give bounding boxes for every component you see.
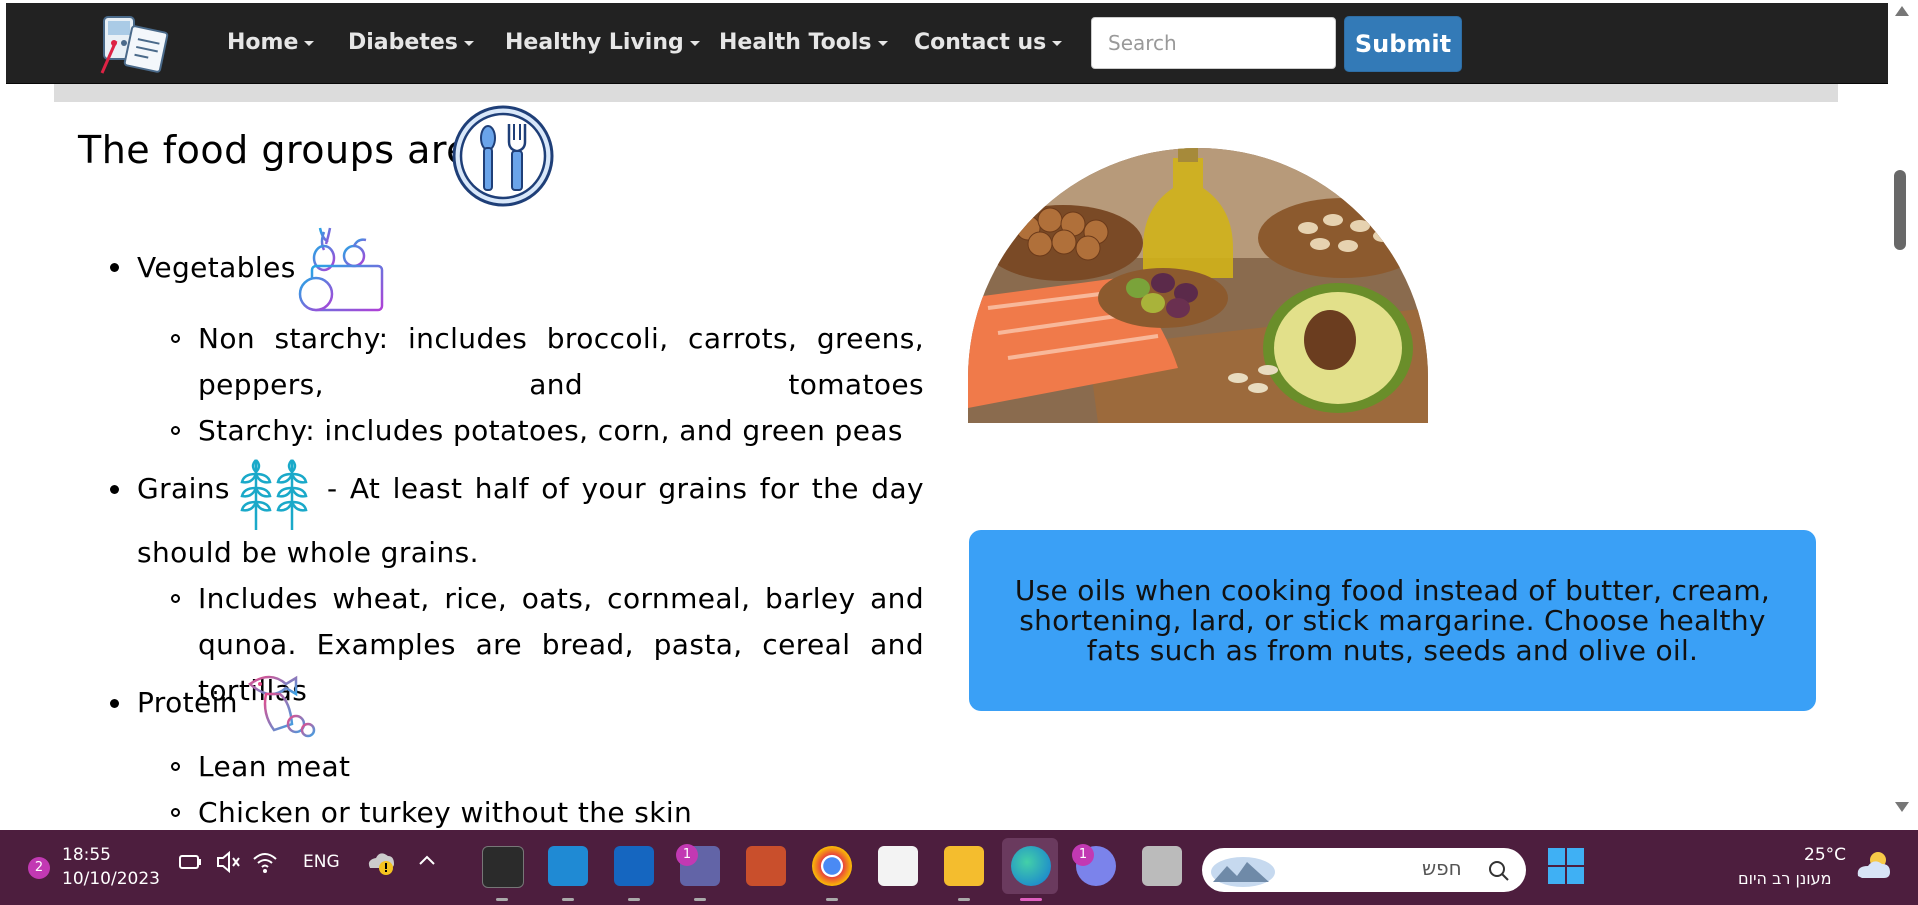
list-bullet — [110, 699, 119, 708]
file-explorer-app-icon[interactable] — [944, 846, 984, 886]
edge-app-icon[interactable] — [1011, 846, 1051, 886]
caret-down-icon — [1052, 40, 1063, 46]
section-divider-bar — [54, 84, 1838, 102]
grains-note-line1: - At least half of your grains for the d… — [327, 472, 924, 505]
clock-time[interactable]: 18:55 — [62, 845, 111, 865]
healthy-fats-tip-box: Use oils when cooking food instead of bu… — [969, 530, 1816, 711]
app-active-indicator — [1020, 898, 1042, 901]
nav-home[interactable]: Home — [227, 25, 315, 61]
battery-plug-icon[interactable] — [176, 848, 204, 876]
notification-count-badge[interactable]: 2 — [28, 857, 50, 879]
input-language[interactable]: ENG — [303, 852, 340, 872]
nav-home-label: Home — [227, 30, 299, 55]
sub-bullet — [171, 594, 180, 603]
app-running-indicator — [826, 898, 838, 901]
clock-date[interactable]: 10/10/2023 — [62, 869, 160, 889]
vscode-app-icon[interactable] — [548, 846, 588, 886]
search-highlight-image-icon — [1211, 857, 1275, 887]
protein-sub-1: Lean meat — [198, 750, 351, 783]
vertical-scrollbar[interactable] — [1890, 0, 1918, 830]
windows-start-icon[interactable] — [1546, 846, 1586, 886]
sub-bullet — [171, 762, 180, 771]
chevron-up-icon[interactable] — [414, 848, 440, 874]
app-running-indicator — [694, 898, 706, 901]
search-input[interactable] — [1091, 17, 1336, 69]
taskbar-search-box[interactable]: חפש — [1202, 848, 1526, 892]
terminal-app-icon[interactable] — [482, 846, 524, 888]
utensils-plate-icon — [452, 105, 554, 207]
caret-down-icon — [689, 40, 700, 46]
caret-down-icon — [463, 40, 474, 46]
nav-healthy-living-label: Healthy Living — [505, 30, 684, 55]
protein-fish-meat-icon — [247, 675, 316, 738]
taskbar-search-placeholder: חפש — [1422, 856, 1462, 880]
weather-description[interactable]: מעונן רב היום — [1738, 869, 1831, 888]
nav-diabetes[interactable]: Diabetes — [348, 25, 474, 61]
site-logo-icon[interactable] — [94, 11, 174, 77]
outlook-new-app-icon[interactable] — [614, 846, 654, 886]
submit-button[interactable]: Submit — [1344, 16, 1462, 72]
weather-cloudy-icon[interactable] — [1850, 844, 1894, 888]
page-heading: The food groups are: — [78, 128, 484, 172]
windows-taskbar: 2 18:55 10/10/2023 ENG 1 1 25°C מעונן רב… — [0, 830, 1918, 905]
microsoft-store-app-icon[interactable] — [878, 846, 918, 886]
vegetables-basket-icon — [298, 227, 384, 312]
sub-bullet — [171, 426, 180, 435]
grains-note-line2: should be whole grains. — [137, 536, 479, 569]
nav-health-tools[interactable]: Health Tools — [719, 25, 888, 61]
sub-bullet — [171, 808, 180, 817]
powerpoint-app-icon[interactable] — [746, 846, 786, 886]
task-view-icon[interactable] — [1142, 846, 1182, 886]
chrome-app-icon[interactable] — [812, 846, 852, 886]
list-bullet — [110, 263, 119, 272]
nav-healthy-living[interactable]: Healthy Living — [505, 25, 700, 61]
nav-contact-us[interactable]: Contact us — [914, 25, 1063, 61]
onedrive-warning-icon[interactable] — [364, 846, 396, 878]
protein-label: Protein — [137, 686, 238, 719]
vegetables-sub-1: Non starchy: includes broccoli, carrots,… — [198, 322, 924, 401]
scroll-up-arrow-icon[interactable] — [1895, 6, 1909, 16]
caret-down-icon — [877, 40, 888, 46]
nav-diabetes-label: Diabetes — [348, 30, 458, 55]
search-icon — [1489, 861, 1509, 881]
vegetables-sub-2: Starchy: includes potatoes, corn, and gr… — [198, 414, 903, 447]
nav-contact-us-label: Contact us — [914, 30, 1047, 55]
wheat-grains-icon — [240, 459, 308, 530]
caret-down-icon — [304, 40, 315, 46]
app-running-indicator — [562, 898, 574, 901]
vegetables-label: Vegetables — [137, 251, 296, 284]
weather-temperature[interactable]: 25°C — [1804, 845, 1846, 865]
sub-bullet — [171, 334, 180, 343]
scrollbar-thumb[interactable] — [1894, 170, 1906, 250]
volume-muted-icon[interactable] — [214, 848, 242, 876]
page-content: The food groups are: Vegetables Non star… — [0, 0, 1918, 830]
site-navbar: Home Diabetes Healthy Living Health Tool… — [6, 3, 1888, 84]
teams-badge: 1 — [676, 844, 698, 866]
chat-badge: 1 — [1072, 844, 1094, 866]
list-bullet — [110, 485, 119, 494]
grains-label: Grains — [137, 472, 230, 505]
app-running-indicator — [628, 898, 640, 901]
healthy-fats-food-image — [968, 148, 1428, 423]
scroll-down-arrow-icon[interactable] — [1895, 802, 1909, 812]
app-running-indicator — [496, 898, 508, 901]
nav-health-tools-label: Health Tools — [719, 30, 872, 55]
wifi-icon[interactable] — [251, 848, 279, 876]
app-running-indicator — [958, 898, 970, 901]
